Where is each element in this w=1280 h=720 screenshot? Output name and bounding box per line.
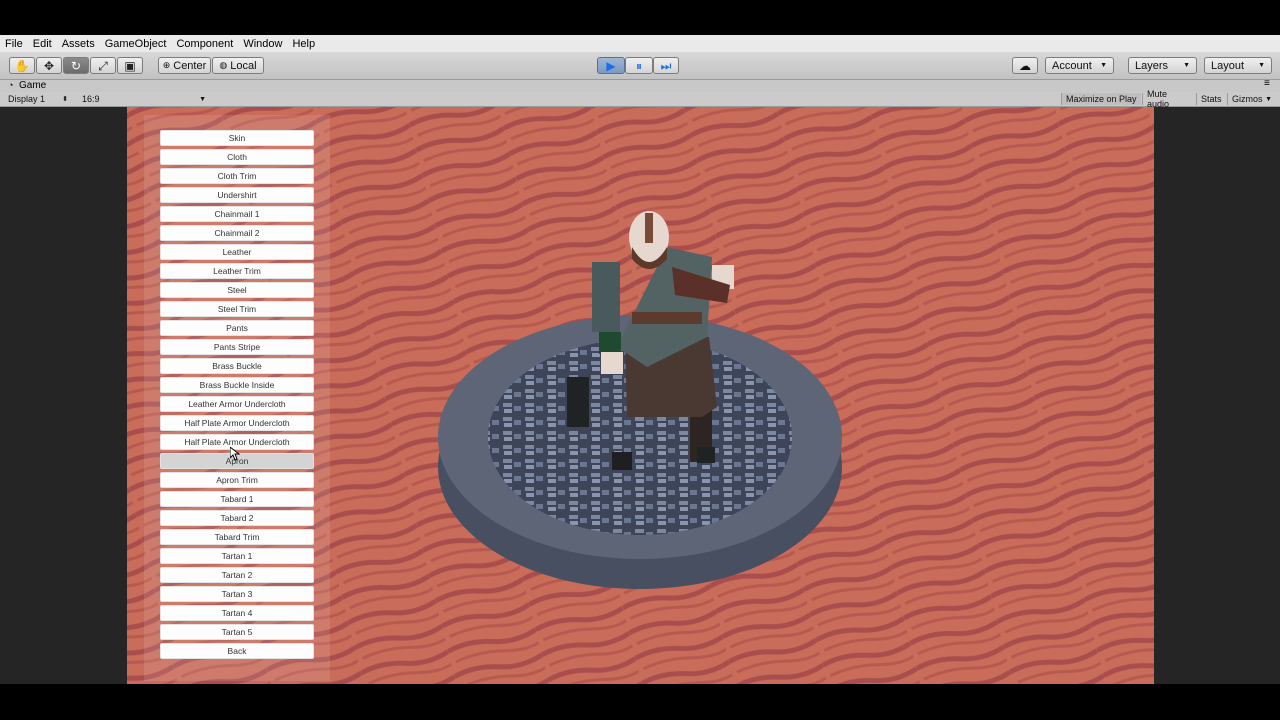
rotate-tool-button[interactable]: ↻	[63, 57, 89, 74]
hand-tool-button[interactable]: ✋	[9, 57, 35, 74]
steel-trim-button[interactable]: Steel Trim	[160, 301, 314, 317]
cloud-icon: ☁	[1019, 58, 1031, 73]
game-tab[interactable]: ◔ Game ≡	[0, 78, 1280, 92]
step-icon: ⏭	[660, 58, 672, 73]
cloud-button[interactable]: ☁	[1012, 57, 1038, 74]
tabard-2-button[interactable]: Tabard 2	[160, 510, 314, 526]
rect-tool-button[interactable]: ▣	[117, 57, 143, 74]
menu-file[interactable]: File	[0, 38, 28, 50]
gizmos-label: Gizmos	[1232, 94, 1263, 104]
hand-tool-icon: ✋	[14, 58, 30, 73]
rotate-tool-icon: ↻	[70, 58, 82, 73]
brass-buckle-button[interactable]: Brass Buckle	[160, 358, 314, 374]
aspect-label: 16:9	[82, 94, 100, 104]
tabard-trim-button[interactable]: Tabard Trim	[160, 529, 314, 545]
brass-buckle-inside-button[interactable]: Brass Buckle Inside	[160, 377, 314, 393]
pause-icon: ⏸	[635, 58, 642, 73]
globe-icon: ◍	[219, 60, 228, 70]
aspect-dropdown[interactable]: 16:9 ▼	[78, 93, 210, 105]
scale-tool-icon: ⤢	[98, 58, 108, 73]
tartan-1-button[interactable]: Tartan 1	[160, 548, 314, 564]
layout-dropdown[interactable]: Layout ▼	[1204, 57, 1272, 74]
dropdown-arrow-icon: ▼	[1183, 62, 1190, 69]
stats-toggle[interactable]: Stats	[1196, 93, 1226, 105]
undershirt-button[interactable]: Undershirt	[160, 187, 314, 203]
menu-window[interactable]: Window	[238, 38, 287, 50]
space-label: Local	[230, 59, 257, 72]
space-toggle-button[interactable]: ◍ Local	[212, 57, 264, 74]
skin-button[interactable]: Skin	[160, 130, 314, 146]
steel-button[interactable]: Steel	[160, 282, 314, 298]
account-label: Account	[1052, 59, 1092, 72]
menu-component[interactable]: Component	[171, 38, 238, 50]
move-tool-button[interactable]: ✥	[36, 57, 62, 74]
menu-help[interactable]: Help	[287, 38, 320, 50]
tartan-5-button[interactable]: Tartan 5	[160, 624, 314, 640]
maximize-on-play-toggle[interactable]: Maximize on Play	[1061, 93, 1141, 105]
apron-trim-button[interactable]: Apron Trim	[160, 472, 314, 488]
chainmail-1-button[interactable]: Chainmail 1	[160, 206, 314, 222]
menu-assets[interactable]: Assets	[57, 38, 100, 50]
game-view: Skin Cloth Cloth Trim Undershirt Chainmail 1…	[0, 107, 1280, 684]
mute-audio-label: Mute audio	[1147, 89, 1170, 109]
dropdown-arrow-icon: ▼	[1258, 62, 1265, 69]
menu-bar: File Edit Assets GameObject Component Window H…	[0, 35, 1280, 52]
game-tab-label: Game	[19, 80, 47, 91]
leather-trim-button[interactable]: Leather Trim	[160, 263, 314, 279]
leather-armor-undercloth-button[interactable]: Leather Armor Undercloth	[160, 396, 314, 412]
cloth-trim-button[interactable]: Cloth Trim	[160, 168, 314, 184]
step-button[interactable]: ⏭	[653, 57, 679, 74]
play-button[interactable]: ▶	[597, 57, 625, 74]
layout-label: Layout	[1211, 59, 1245, 72]
tabard-1-button[interactable]: Tabard 1	[160, 491, 314, 507]
dropdown-arrow-icon: ▼	[199, 95, 206, 103]
menu-gameobject[interactable]: GameObject	[100, 38, 172, 50]
gizmos-dropdown[interactable]: Gizmos ▼	[1227, 93, 1276, 105]
pivot-label: Center	[173, 59, 207, 72]
chainmail-2-button[interactable]: Chainmail 2	[160, 225, 314, 241]
half-plate-armor-undercloth-button[interactable]: Half Plate Armor Undercloth	[160, 415, 314, 431]
game-viewport[interactable]: Skin Cloth Cloth Trim Undershirt Chainmail 1…	[127, 107, 1154, 684]
pants-button[interactable]: Pants	[160, 320, 314, 336]
menu-edit[interactable]: Edit	[28, 38, 57, 50]
dropdown-arrow-icon: ⬍	[62, 96, 68, 103]
cloth-button[interactable]: Cloth	[160, 149, 314, 165]
tartan-2-button[interactable]: Tartan 2	[160, 567, 314, 583]
tab-menu-icon: ≡	[1264, 78, 1270, 89]
layers-dropdown[interactable]: Layers ▼	[1128, 57, 1197, 74]
play-icon: ▶	[606, 58, 616, 73]
scale-tool-button[interactable]: ⤢	[90, 57, 116, 74]
tartan-3-button[interactable]: Tartan 3	[160, 586, 314, 602]
dropdown-arrow-icon: ▼	[1265, 95, 1272, 103]
pants-stripe-button[interactable]: Pants Stripe	[160, 339, 314, 355]
leather-button[interactable]: Leather	[160, 244, 314, 260]
pivot-icon: ⊕	[162, 60, 171, 70]
mute-audio-toggle[interactable]: Mute audio	[1142, 89, 1195, 109]
account-dropdown[interactable]: Account ▼	[1045, 57, 1114, 74]
layers-label: Layers	[1135, 59, 1169, 72]
game-view-toolbar: Display 1 ⬍ 16:9 ▼ Maximize on Play Mute…	[0, 89, 1280, 109]
display-dropdown[interactable]: Display 1 ⬍	[4, 93, 72, 105]
pac-man-icon: ◔	[8, 80, 14, 90]
toolbar: ✋ ✥ ↻ ⤢ ▣ ⊕ Center ◍ Local ▶ ⏸ ⏭ ☁ Account ▼…	[0, 52, 1280, 80]
pause-button[interactable]: ⏸	[625, 57, 653, 74]
stats-label: Stats	[1201, 94, 1222, 104]
maximize-on-play-label: Maximize on Play	[1066, 94, 1137, 104]
move-tool-icon: ✥	[43, 58, 55, 73]
back-button[interactable]: Back	[160, 643, 314, 659]
rect-tool-icon: ▣	[124, 58, 136, 73]
dropdown-arrow-icon: ▼	[1100, 62, 1107, 69]
bottom-bar	[0, 684, 1280, 720]
mouse-cursor-icon	[230, 447, 240, 461]
pivot-toggle-button[interactable]: ⊕ Center	[158, 57, 211, 74]
tartan-4-button[interactable]: Tartan 4	[160, 605, 314, 621]
display-label: Display 1	[8, 94, 46, 104]
